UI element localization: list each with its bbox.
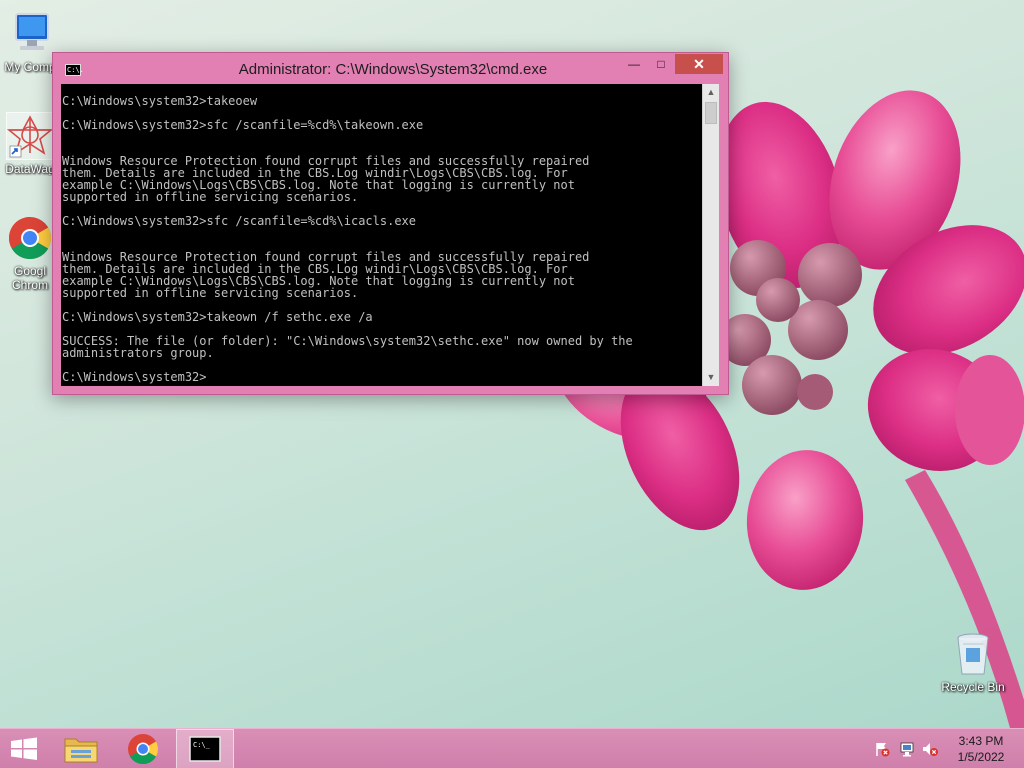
chrome-icon [6,214,54,262]
scroll-down-arrow-icon[interactable]: ▼ [703,369,719,386]
vertical-scrollbar[interactable]: ▲ ▼ [702,84,719,386]
volume-muted-icon[interactable] [922,741,938,757]
cmd-window[interactable]: C:\. Administrator: C:\Windows\System32\… [52,52,729,395]
clock-date: 1/5/2022 [957,750,1005,764]
close-button[interactable]: ✕ [675,54,723,74]
start-button[interactable] [0,729,48,768]
cmd-console-area[interactable]: C:\Windows\system32>takeoew C:\Windows\s… [61,84,719,386]
scroll-thumb[interactable] [705,102,717,124]
folder-icon [64,738,98,763]
cmd-console-output[interactable]: C:\Windows\system32>takeoew C:\Windows\s… [62,95,702,385]
clock-time: 3:43 PM [958,734,1004,748]
taskbar-clock[interactable]: 3:43 PM 1/5/2022 [950,733,1012,765]
minimize-button[interactable]: — [621,54,647,74]
action-center-flag-icon[interactable] [874,741,890,757]
windows-logo-icon [11,737,37,760]
svg-text:C:\_: C:\_ [193,741,211,749]
recycle-bin-icon [949,630,997,678]
cmd-titlebar[interactable]: C:\. Administrator: C:\Windows\System32\… [53,53,728,85]
taskbar: C:\_ 3:43 PM 1/5/2022 [0,728,1024,768]
desktop-icon-recycle-bin[interactable]: Recycle Bin [935,630,1011,694]
datawag-app-icon [6,112,54,160]
chrome-icon [128,734,159,765]
taskbar-command-prompt[interactable]: C:\_ [176,729,234,768]
cmd-icon: C:\_ [189,736,221,762]
network-icon[interactable] [899,741,915,757]
maximize-button[interactable]: □ [648,54,674,74]
taskbar-file-explorer[interactable] [52,729,110,768]
desktop-icon-label: Recycle Bin [941,680,1005,694]
computer-icon [6,10,54,58]
scroll-up-arrow-icon[interactable]: ▲ [703,84,719,101]
taskbar-google-chrome[interactable] [114,729,172,768]
